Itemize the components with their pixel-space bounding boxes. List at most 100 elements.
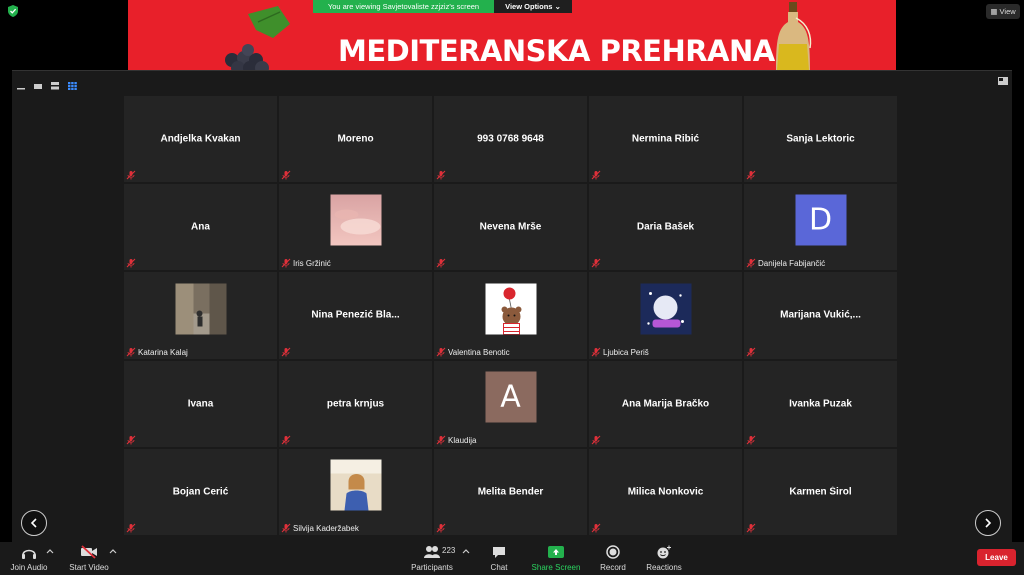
participant-name: Andjelka Kvakan — [160, 133, 241, 145]
shared-screen-area: MEDITERANSKA PREHRANA You are viewing Sa… — [0, 0, 1024, 70]
video-options-caret-icon[interactable] — [109, 548, 117, 554]
participant-name: Moreno — [337, 133, 374, 145]
participant-name: Karmen Širol — [789, 486, 852, 498]
record-icon — [606, 545, 620, 559]
participant-tile[interactable]: Silvija Kaderžabek — [279, 448, 432, 535]
participant-name: Nevena Mrše — [479, 221, 542, 233]
mic-muted-icon — [591, 435, 601, 445]
participant-grid: Andjelka Kvakan Moreno 993 0768 9648 Nermin… — [123, 95, 898, 536]
participant-photo — [485, 283, 536, 335]
participant-tile[interactable]: Ivanka Puzak — [744, 360, 897, 447]
mic-muted-icon — [281, 523, 291, 533]
view-button-label: View — [999, 7, 1016, 16]
gallery-layout-tools — [17, 77, 77, 90]
participant-name: Milica Nonkovic — [627, 486, 704, 498]
participant-tile[interactable]: Milica Nonkovic — [589, 448, 742, 535]
participant-tile[interactable]: petra krnjus — [279, 360, 432, 447]
participant-name: 993 0768 9648 — [477, 133, 544, 145]
gallery-layout-icon[interactable] — [68, 77, 77, 90]
mic-muted-icon — [746, 258, 756, 268]
mic-muted-icon — [746, 170, 756, 180]
slide-title: MEDITERANSKA PREHRANA — [338, 34, 775, 68]
mic-muted-icon — [746, 523, 756, 533]
participant-name: petra krnjus — [326, 398, 385, 410]
reactions-button[interactable]: Reactions — [644, 542, 684, 575]
chat-label: Chat — [490, 563, 508, 572]
participants-caret-icon[interactable] — [462, 548, 470, 554]
participant-tile[interactable]: Ana Marija Bračko — [589, 360, 742, 447]
participant-name: Nina Penezić Bla... — [311, 309, 400, 321]
leave-button[interactable]: Leave — [977, 549, 1016, 566]
share-screen-button[interactable]: Share Screen — [530, 542, 582, 575]
participant-label: Iris Gržinić — [293, 259, 331, 269]
participant-tile[interactable]: Nina Penezić Bla... — [279, 272, 432, 359]
participant-tile[interactable]: Daria Bašek — [589, 184, 742, 271]
mic-muted-icon — [281, 435, 291, 445]
mic-muted-icon — [126, 435, 136, 445]
start-video-button[interactable]: Start Video — [66, 542, 112, 575]
mic-muted-icon — [436, 258, 446, 268]
viewing-screen-notice: You are viewing Savjetovaliste zzjziz's … — [313, 0, 494, 13]
mic-muted-icon — [591, 258, 601, 268]
record-label: Record — [600, 563, 626, 572]
participant-photo — [330, 459, 381, 511]
mic-muted-icon — [126, 347, 136, 357]
chat-button[interactable]: Chat — [482, 542, 516, 575]
exit-fullscreen-icon[interactable] — [998, 77, 1008, 85]
participant-tile[interactable]: Nermina Ribić — [589, 96, 742, 183]
next-page-button[interactable] — [975, 510, 1001, 536]
mic-muted-icon — [436, 170, 446, 180]
mic-muted-icon — [126, 523, 136, 533]
participant-tile[interactable]: Andjelka Kvakan — [124, 96, 277, 183]
mic-muted-icon — [436, 435, 446, 445]
participant-photo — [640, 283, 691, 335]
reactions-label: Reactions — [646, 563, 682, 572]
participant-tile[interactable]: 993 0768 9648 — [434, 96, 587, 183]
share-screen-label: Share Screen — [531, 563, 581, 572]
participant-tile[interactable]: D Danijela Fabijančić — [744, 184, 897, 271]
minimize-icon[interactable] — [17, 77, 26, 90]
participant-tile[interactable]: Moreno — [279, 96, 432, 183]
participant-label: Valentina Benotic — [448, 347, 510, 357]
participants-icon — [424, 546, 440, 558]
participant-tile[interactable]: Iris Gržinić — [279, 184, 432, 271]
mic-muted-icon — [281, 258, 291, 268]
participant-tile[interactable]: Ana — [124, 184, 277, 271]
participants-label: Participants — [411, 563, 453, 572]
participant-tile[interactable]: Sanja Lektoric — [744, 96, 897, 183]
participant-tile[interactable]: Valentina Benotic — [434, 272, 587, 359]
audio-options-caret-icon[interactable] — [46, 548, 54, 554]
view-options-button[interactable]: View Options ⌄ — [494, 0, 572, 13]
participant-name: Daria Bašek — [636, 221, 695, 233]
shield-icon[interactable] — [6, 4, 20, 18]
participant-name: Sanja Lektoric — [786, 133, 855, 145]
participant-tile[interactable]: Melita Bender — [434, 448, 587, 535]
view-button[interactable]: ▦ View — [986, 4, 1020, 19]
participant-tile[interactable]: Katarina Kalaj — [124, 272, 277, 359]
participant-tile[interactable]: Marijana Vukić,... — [744, 272, 897, 359]
share-screen-icon — [548, 546, 564, 558]
participant-tile[interactable]: Karmen Širol — [744, 448, 897, 535]
join-audio-button[interactable]: Join Audio — [8, 542, 50, 575]
participant-tile[interactable]: Ljubica Periš — [589, 272, 742, 359]
participant-label: Klaudija — [448, 435, 477, 445]
single-layout-icon[interactable] — [34, 77, 43, 89]
participant-tile[interactable]: Nevena Mrše — [434, 184, 587, 271]
previous-page-button[interactable] — [21, 510, 47, 536]
participant-count: 223 — [442, 546, 456, 555]
mic-muted-icon — [746, 435, 756, 445]
participant-tile[interactable]: A Klaudija — [434, 360, 587, 447]
mic-muted-icon — [591, 523, 601, 533]
record-button[interactable]: Record — [596, 542, 630, 575]
headphones-icon — [22, 549, 36, 559]
stack-layout-icon[interactable] — [51, 77, 60, 90]
join-audio-label: Join Audio — [10, 563, 48, 572]
participant-tile[interactable]: Bojan Cerić — [124, 448, 277, 535]
participant-photo — [330, 194, 381, 246]
start-video-label: Start Video — [69, 563, 109, 572]
participant-tile[interactable]: Ivana — [124, 360, 277, 447]
participant-photo — [175, 283, 226, 335]
mic-muted-icon — [281, 347, 291, 357]
chevron-down-icon: ⌄ — [554, 2, 561, 11]
meeting-toolbar: Join Audio Start Video Participants 223 … — [0, 542, 1024, 575]
